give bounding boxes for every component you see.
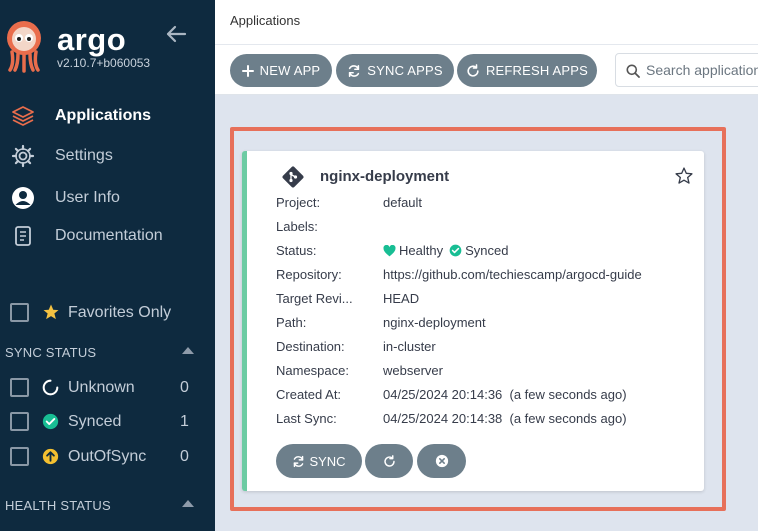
path-key: Path: (276, 315, 307, 330)
project-key: Project: (276, 195, 321, 210)
application-tile[interactable]: nginx-deployment Project: default Labels… (242, 151, 704, 491)
nav-documentation[interactable]: Documentation (0, 220, 215, 252)
check-circle-icon (449, 244, 462, 257)
favorites-only-filter[interactable]: Favorites Only (0, 300, 215, 326)
version-label: v2.10.7+b060053 (57, 56, 151, 70)
nav-applications[interactable]: Applications (0, 100, 215, 132)
sync-apps-button[interactable]: SYNC APPS (336, 54, 454, 87)
check-circle-icon (42, 413, 59, 430)
sync-arrows-icon (294, 455, 304, 467)
plus-icon (241, 64, 254, 77)
repository-value: https://github.com/techiescamp/argocd-gu… (383, 267, 642, 282)
nav-applications-label: Applications (55, 107, 152, 124)
nav-documentation-label: Documentation (55, 227, 163, 244)
refresh-icon (383, 454, 395, 467)
nav-settings-label: Settings (55, 147, 113, 164)
refresh-apps-label: REFRESH APPS (485, 63, 589, 78)
new-app-label: NEW APP (259, 63, 321, 78)
nav-user-info[interactable]: User Info (0, 182, 215, 214)
app-name[interactable]: nginx-deployment (320, 168, 449, 185)
argo-octopus-logo (7, 21, 41, 73)
target-revision-key: Target Revi... (276, 291, 353, 306)
brand-name: argo (57, 22, 127, 57)
destination-key: Destination: (276, 339, 345, 354)
nav-settings[interactable]: Settings (0, 140, 215, 172)
created-at-value: 04/25/2024 20:14:36 (a few seconds ago) (383, 387, 627, 402)
nav-user-info-label: User Info (55, 189, 120, 206)
heart-icon (383, 244, 396, 256)
filter-synced[interactable]: Synced 1 (0, 409, 215, 435)
sidebar: argo v2.10.7+b060053 Applications Settin… (0, 0, 215, 531)
destination-value: in-cluster (383, 339, 436, 354)
namespace-row: Namespace: webserver (276, 363, 696, 381)
status-row: Status: Healthy Synced (276, 243, 696, 261)
search-icon (626, 64, 640, 78)
unknown-count: 0 (180, 379, 189, 396)
last-sync-value: 04/25/2024 20:14:38 (a few seconds ago) (383, 411, 627, 426)
destination-row: Destination: in-cluster (276, 339, 696, 357)
labels-key: Labels: (276, 219, 318, 234)
refresh-button[interactable] (365, 444, 413, 478)
out-of-sync-count: 0 (180, 448, 189, 465)
gear-icon (11, 144, 35, 168)
out-of-sync-checkbox[interactable] (10, 447, 29, 466)
unknown-checkbox[interactable] (10, 378, 29, 397)
target-revision-row: Target Revi... HEAD (276, 291, 696, 309)
page-title: Applications (230, 13, 301, 28)
namespace-value: webserver (383, 363, 443, 378)
delete-button[interactable] (417, 444, 466, 478)
repository-row: Repository: https://github.com/techiesca… (276, 267, 696, 285)
search-box[interactable] (615, 53, 758, 87)
star-filled-icon (43, 304, 59, 320)
applications-toolbar: NEW APP SYNC APPS REFRESH APPS (215, 45, 758, 95)
git-icon (282, 166, 304, 188)
circle-notch-icon (42, 379, 59, 396)
filter-unknown[interactable]: Unknown 0 (0, 375, 215, 401)
arrow-up-circle-icon (42, 448, 59, 465)
sync-button[interactable]: SYNC (276, 444, 362, 478)
sync-button-label: SYNC (309, 453, 346, 469)
health-status-collapse-caret-icon[interactable] (182, 500, 194, 507)
sync-arrows-icon (349, 64, 360, 77)
sync-status-value: Synced (465, 243, 509, 258)
project-value: default (383, 195, 423, 210)
book-icon (11, 224, 35, 248)
user-circle-icon (11, 186, 35, 210)
search-input[interactable] (646, 60, 758, 80)
created-at-key: Created At: (276, 387, 342, 402)
refresh-icon (467, 63, 479, 77)
unknown-label: Unknown (68, 379, 135, 396)
times-circle-icon (435, 454, 448, 468)
health-status-heading: HEALTH STATUS (5, 498, 111, 513)
status-value: Healthy Synced (383, 243, 508, 258)
path-value: nginx-deployment (383, 315, 486, 330)
favorites-checkbox[interactable] (10, 303, 29, 322)
favorites-label: Favorites Only (68, 304, 172, 321)
target-revision-value: HEAD (383, 291, 420, 306)
synced-label: Synced (68, 413, 122, 430)
sync-apps-label: SYNC APPS (367, 63, 443, 78)
created-at-row: Created At: 04/25/2024 20:14:36 (a few s… (276, 387, 696, 405)
sync-status-heading: SYNC STATUS (5, 345, 97, 360)
repository-key: Repository: (276, 267, 342, 282)
new-app-button[interactable]: NEW APP (230, 54, 332, 87)
synced-checkbox[interactable] (10, 412, 29, 431)
path-row: Path: nginx-deployment (276, 315, 696, 333)
star-outline-icon[interactable] (674, 166, 694, 186)
namespace-key: Namespace: (276, 363, 349, 378)
last-sync-key: Last Sync: (276, 411, 337, 426)
refresh-apps-button[interactable]: REFRESH APPS (457, 54, 597, 87)
last-sync-row: Last Sync: 04/25/2024 20:14:38 (a few se… (276, 411, 696, 429)
status-key: Status: (276, 243, 317, 258)
sync-status-collapse-caret-icon[interactable] (182, 347, 194, 354)
layers-icon (11, 104, 35, 128)
labels-row: Labels: (276, 219, 696, 237)
project-row: Project: default (276, 195, 696, 213)
page-header: Applications (215, 0, 758, 45)
health-status-value: Healthy (399, 243, 444, 258)
synced-count: 1 (180, 413, 189, 430)
out-of-sync-label: OutOfSync (68, 448, 147, 465)
filter-out-of-sync[interactable]: OutOfSync 0 (0, 444, 215, 470)
collapse-sidebar-arrow-icon[interactable] (165, 24, 187, 44)
